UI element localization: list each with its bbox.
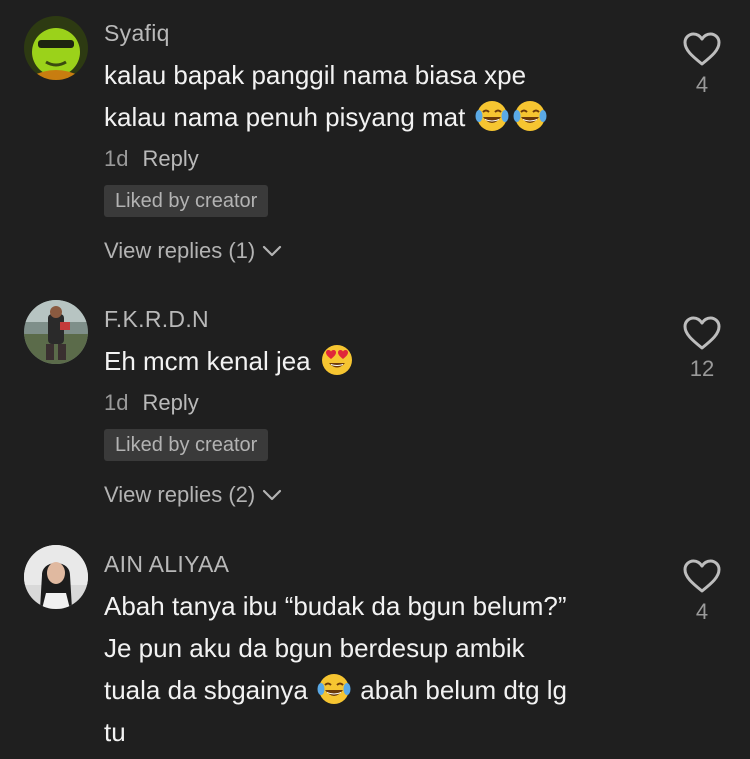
comment-text-line: kalau nama penuh pisyang mat <box>104 96 664 138</box>
avatar[interactable] <box>24 300 88 364</box>
comment-text-segment: Eh mcm kenal jea <box>104 346 311 376</box>
comment-text: Eh mcm kenal jea <box>104 340 664 382</box>
comment-time: 1d <box>104 390 129 415</box>
comment-text-line: tuala da sbgainya abah belum dtg lg <box>104 669 664 711</box>
reply-button[interactable]: Reply <box>142 146 198 171</box>
heart-outline-icon[interactable] <box>682 31 722 67</box>
comment-text-line: tu <box>104 717 126 747</box>
comment-time: 1d <box>104 146 129 171</box>
heart-outline-icon[interactable] <box>682 315 722 351</box>
like-count: 4 <box>695 599 709 624</box>
comment-item: AIN ALIYAA Abah tanya ibu “budak da bgun… <box>0 535 750 759</box>
view-replies-button[interactable]: View replies (1) <box>104 238 283 264</box>
comment-username[interactable]: AIN ALIYAA <box>104 551 229 578</box>
comment-text: kalau bapak panggil nama biasa xpe kalau… <box>104 54 664 138</box>
like-count: 4 <box>695 72 709 97</box>
reply-button[interactable]: Reply <box>142 390 198 415</box>
chevron-down-icon <box>263 489 282 501</box>
avatar[interactable] <box>24 545 88 609</box>
comment-meta: 1d Reply <box>104 146 199 172</box>
comment-item: Syafiq kalau bapak panggil nama biasa xp… <box>0 0 750 290</box>
chevron-down-icon <box>263 245 282 257</box>
comment-text: Abah tanya ibu “budak da bgun belum?” Je… <box>104 585 664 753</box>
liked-by-creator-badge: Liked by creator <box>104 185 269 217</box>
comment-text-segment: tuala da sbgainya <box>104 675 308 705</box>
comment-username[interactable]: F.K.R.D.N <box>104 306 209 333</box>
comment-meta: 1d Reply <box>104 390 199 416</box>
view-replies-label: View replies (2) <box>104 482 256 507</box>
comment-text-segment: kalau nama penuh pisyang mat <box>104 102 466 132</box>
view-replies-label: View replies (1) <box>104 238 256 263</box>
liked-by-creator-badge: Liked by creator <box>104 429 269 461</box>
comment-text-segment: abah belum dtg lg <box>360 675 568 705</box>
comment-text-line: kalau bapak panggil nama biasa xpe <box>104 60 527 90</box>
view-replies-button[interactable]: View replies (2) <box>104 482 283 508</box>
tears-of-joy-emoji <box>317 672 351 706</box>
heart-eyes-emoji <box>320 343 354 377</box>
tears-of-joy-emoji <box>475 99 509 133</box>
heart-outline-icon[interactable] <box>682 558 722 594</box>
comment-username[interactable]: Syafiq <box>104 20 170 47</box>
comment-text-line: Abah tanya ibu “budak da bgun belum?” <box>104 591 567 621</box>
comment-text-line: Eh mcm kenal jea <box>104 340 664 382</box>
avatar[interactable] <box>24 16 88 80</box>
comment-text-line: Je pun aku da bgun berdesup ambik <box>104 633 525 663</box>
comment-item: F.K.R.D.N Eh mcm kenal jea 1d Reply Liked… <box>0 290 750 535</box>
tears-of-joy-emoji <box>513 99 547 133</box>
like-count: 12 <box>689 356 715 381</box>
